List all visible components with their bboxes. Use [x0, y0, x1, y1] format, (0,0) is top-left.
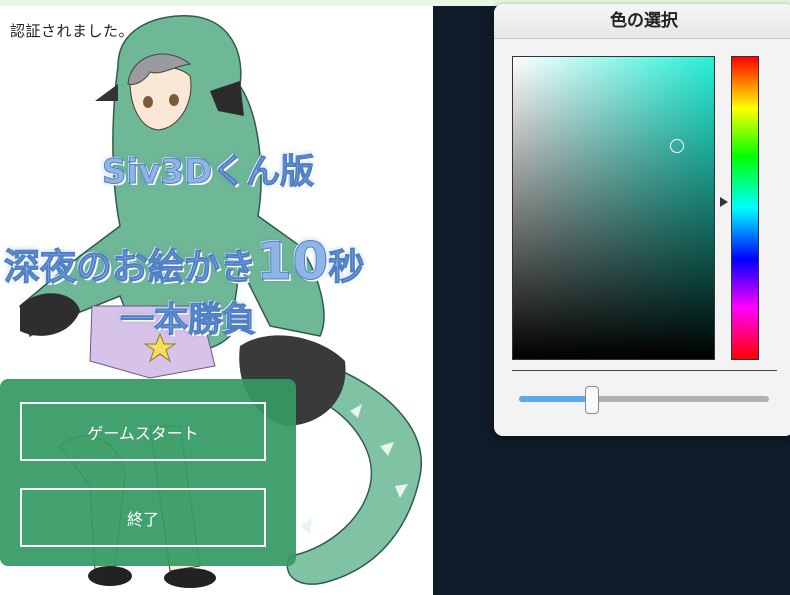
game-start-button[interactable]: ゲームスタート: [20, 402, 266, 461]
title-line-2-a: 深夜のお絵かき: [3, 247, 257, 289]
color-picker-title: 色の選択: [494, 4, 790, 39]
auth-status-text: 認証されました。: [10, 22, 135, 40]
saturation-value-area[interactable]: [512, 56, 715, 360]
alpha-slider-thumb[interactable]: [584, 386, 599, 414]
game-canvas[interactable]: 認証されました。 Siv3Dくん版 深夜のお絵かき10秒 一本勝負 ゲームスター…: [0, 6, 433, 595]
alpha-slider-track[interactable]: [519, 396, 769, 402]
title-line-2-c: 秒: [328, 247, 365, 289]
quit-button[interactable]: 終了: [20, 488, 266, 547]
hue-indicator-arrow-icon: [720, 197, 728, 207]
color-selection-cursor[interactable]: [670, 139, 684, 153]
title-line-2-number: 10: [256, 232, 329, 293]
title-line-2: 深夜のお絵かき10秒: [3, 232, 365, 293]
alpha-slider-fill: [519, 396, 592, 402]
color-picker-dialog: 色の選択: [494, 4, 790, 436]
hue-slider[interactable]: [731, 56, 759, 360]
title-line-3: 一本勝負: [120, 300, 257, 341]
title-line-1: Siv3Dくん版: [101, 152, 315, 193]
main-menu-panel: ゲームスタート 終了: [0, 379, 296, 566]
picker-divider: [512, 370, 777, 371]
